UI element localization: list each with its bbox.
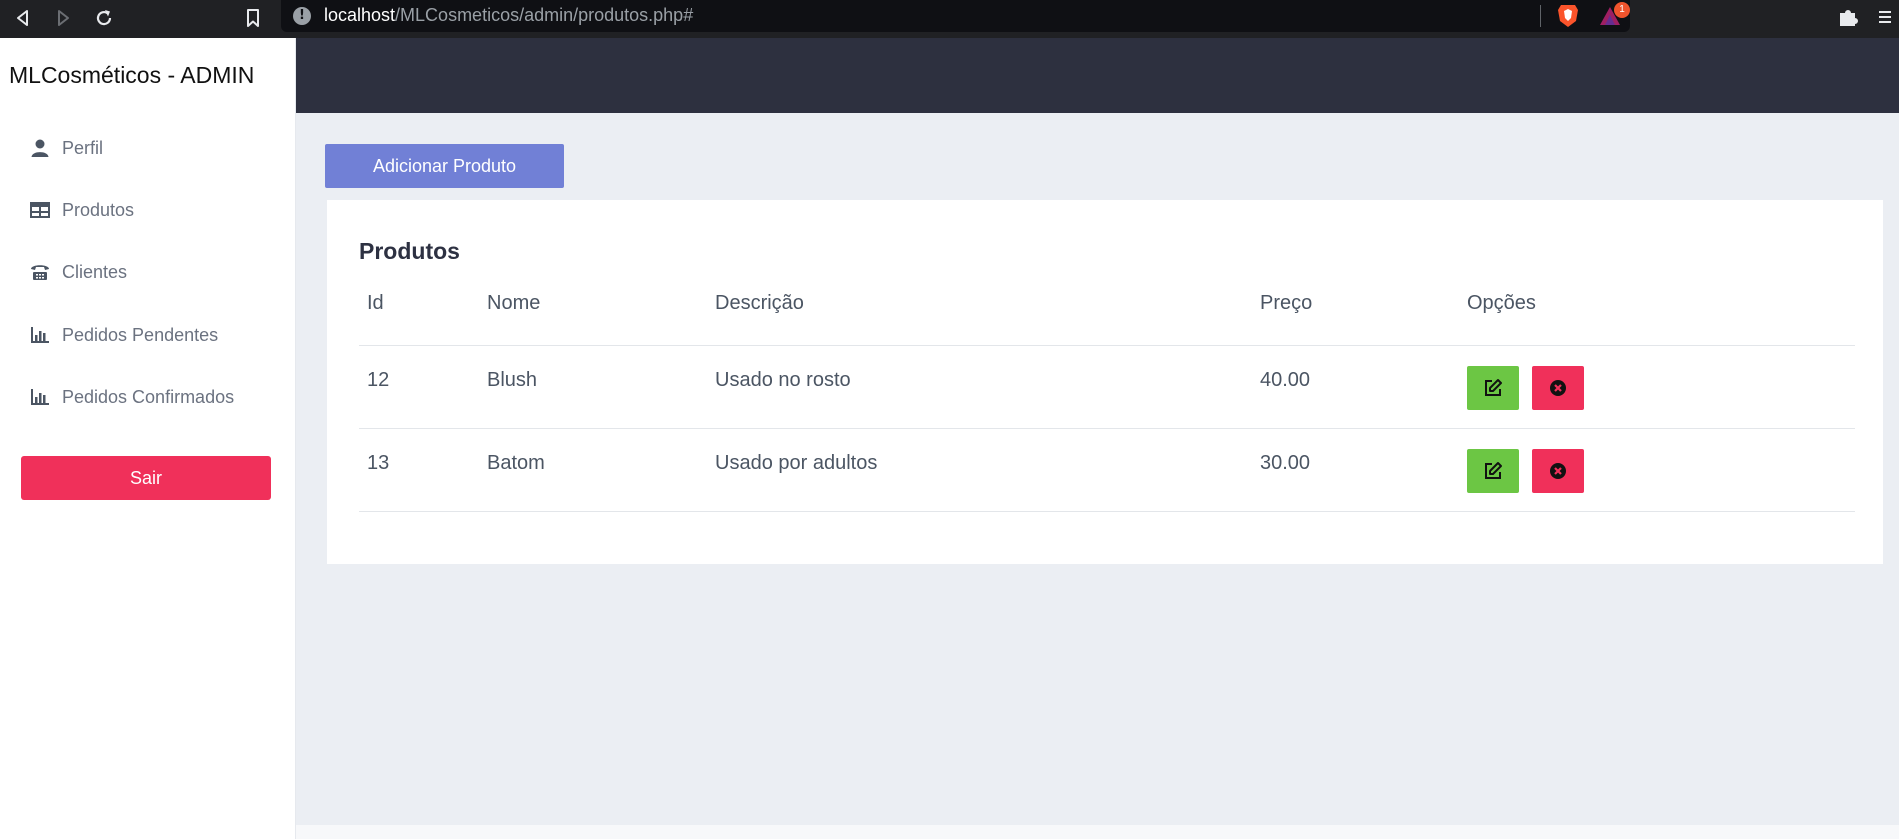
sidebar-item-pedidos-confirmados[interactable]: Pedidos Confirmados [30,382,234,412]
sidebar-item-produtos[interactable]: Produtos [30,195,134,225]
delete-button[interactable] [1532,366,1584,410]
sidebar-item-label: Pedidos Confirmados [62,386,235,407]
back-arrow-icon [17,10,28,26]
bookmark-icon [247,9,259,27]
url-path: /MLCosmeticos/admin/produtos.php# [395,5,694,25]
sidebar: MLCosméticos - ADMIN Perfil Produtos Cli… [0,38,296,839]
table-row: 13 Batom Usado por adultos 30.00 [359,429,1855,512]
url-text[interactable]: localhost/MLCosmeticos/admin/produtos.ph… [324,5,693,26]
cell-id: 12 [367,369,390,391]
sidebar-item-label: Perfil [62,137,104,158]
edit-icon [1485,379,1502,396]
card-title: Produtos [359,238,460,264]
url-host: localhost [324,5,396,25]
edit-button[interactable] [1467,449,1519,493]
sidebar-item-label: Pedidos Pendentes [62,324,219,345]
table-icon [30,200,50,220]
table-header: Id Nome Descrição Preço Opções [359,292,1855,346]
edit-icon [1485,462,1502,479]
cell-id: 13 [367,452,390,474]
sidebar-item-label: Produtos [62,199,135,220]
user-icon [30,138,50,158]
column-header-descricao: Descrição [715,292,804,314]
delete-button[interactable] [1532,449,1584,493]
cell-descricao: Usado no rosto [715,369,851,391]
sidebar-item-pedidos-pendentes[interactable]: Pedidos Pendentes [30,320,218,350]
sidebar-item-label: Clientes [62,261,128,282]
close-circle-icon [1550,463,1566,479]
back-button[interactable] [8,3,38,33]
close-circle-icon [1550,380,1566,396]
extensions-icon[interactable] [1836,5,1860,29]
footer-strip [296,825,1899,839]
column-header-id: Id [367,292,384,314]
cell-preco: 30.00 [1260,452,1311,474]
reload-button[interactable] [89,3,119,33]
bar-chart-icon [30,387,50,407]
cell-nome: Batom [487,452,545,474]
phone-icon [30,262,50,282]
edit-button[interactable] [1467,366,1519,410]
column-header-preco: Preço [1260,292,1313,314]
menu-icon[interactable] [1876,6,1894,28]
column-header-opcoes: Opções [1467,292,1536,314]
column-header-nome: Nome [487,292,541,314]
table-row: 12 Blush Usado no rosto 40.00 [359,346,1855,429]
address-bar[interactable]: ! localhost/MLCosmeticos/admin/produtos.… [281,0,1630,32]
reload-icon [96,10,112,26]
products-card: Produtos Id Nome Descrição Preço Opções … [327,200,1883,564]
logout-button[interactable]: Sair [21,456,271,500]
add-product-button[interactable]: Adicionar Produto [325,144,564,188]
cell-preco: 40.00 [1260,369,1311,391]
forward-arrow-icon [58,10,69,26]
rewards-badge: 1 [1614,2,1630,18]
forward-button[interactable] [48,3,78,33]
cell-descricao: Usado por adultos [715,452,878,474]
cell-nome: Blush [487,369,538,391]
top-header-bar [296,38,1899,113]
bar-chart-icon [30,325,50,345]
brand-title: MLCosméticos - ADMIN [9,62,255,88]
main-content: Adicionar Produto Produtos Id Nome Descr… [296,113,1899,825]
sidebar-item-clientes[interactable]: Clientes [30,257,127,287]
bookmark-button[interactable] [238,3,268,33]
address-bar-divider [1540,5,1541,27]
info-icon[interactable]: ! [293,7,311,25]
sidebar-item-perfil[interactable]: Perfil [30,133,103,163]
browser-toolbar: ! localhost/MLCosmeticos/admin/produtos.… [0,0,1899,38]
brave-shield-icon[interactable] [1556,3,1580,29]
